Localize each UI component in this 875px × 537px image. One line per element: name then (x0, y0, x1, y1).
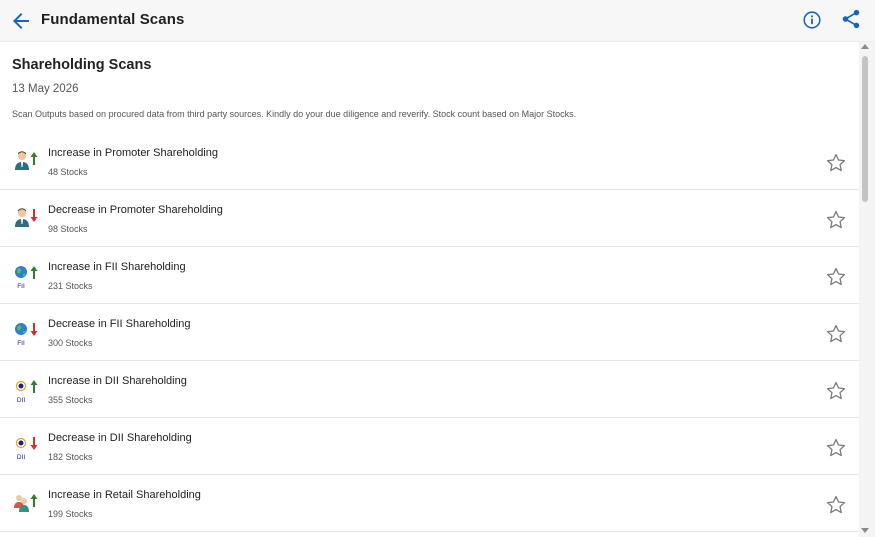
star-outline-icon[interactable] (825, 323, 847, 345)
promoter-increase-icon (15, 151, 38, 170)
star-outline-icon[interactable] (825, 437, 847, 459)
scroll-thumb[interactable] (862, 56, 868, 202)
disclaimer-text: Scan Outputs based on procured data from… (12, 109, 577, 119)
scan-list-item-3[interactable]: FII Increase in FII Shareholding 231 Sto… (0, 247, 859, 304)
scan-name: Increase in FII Shareholding (48, 261, 186, 273)
scan-name: Decrease in FII Shareholding (48, 318, 191, 330)
scan-list-item-4[interactable]: FII Decrease in FII Shareholding 300 Sto… (0, 304, 859, 361)
section-title: Shareholding Scans (12, 57, 152, 73)
scan-list-item-1[interactable]: Increase in Promoter Shareholding 48 Sto… (0, 133, 859, 190)
fii-increase-icon: FII (15, 266, 38, 290)
scan-list: Increase in Promoter Shareholding 48 Sto… (0, 133, 859, 532)
info-circle-icon[interactable] (801, 9, 823, 31)
scan-stock-count: 98 Stocks (48, 224, 88, 234)
star-outline-icon[interactable] (825, 152, 847, 174)
star-outline-icon[interactable] (825, 209, 847, 231)
star-outline-icon[interactable] (825, 494, 847, 516)
fii-decrease-icon: FII (15, 323, 38, 347)
section-date: 13 May 2026 (12, 83, 79, 95)
scan-stock-count: 199 Stocks (48, 509, 93, 519)
svg-text:FII: FII (17, 340, 25, 347)
scan-list-item-7[interactable]: Increase in Retail Shareholding 199 Stoc… (0, 475, 859, 532)
scan-stock-count: 48 Stocks (48, 167, 88, 177)
scan-content: Shareholding Scans 13 May 2026 Scan Outp… (0, 42, 859, 537)
dii-decrease-icon: DII (15, 437, 38, 461)
svg-text:FII: FII (17, 283, 25, 290)
scan-name: Increase in DII Shareholding (48, 375, 187, 387)
dii-increase-icon: DII (15, 380, 38, 404)
scan-list-item-2[interactable]: Decrease in Promoter Shareholding 98 Sto… (0, 190, 859, 247)
vertical-scrollbar[interactable] (859, 42, 875, 537)
retail-increase-icon (14, 494, 38, 512)
page-title: Fundamental Scans (41, 11, 185, 28)
scan-stock-count: 182 Stocks (48, 452, 93, 462)
scan-name: Increase in Promoter Shareholding (48, 147, 218, 159)
scan-stock-count: 355 Stocks (48, 395, 93, 405)
star-outline-icon[interactable] (825, 380, 847, 402)
scan-name: Increase in Retail Shareholding (48, 489, 201, 501)
scan-stock-count: 231 Stocks (48, 281, 93, 291)
scan-list-item-6[interactable]: DII Decrease in DII Shareholding 182 Sto… (0, 418, 859, 475)
svg-text:DII: DII (17, 397, 26, 404)
share-icon[interactable] (840, 8, 862, 30)
scan-name: Decrease in DII Shareholding (48, 432, 192, 444)
app-header: Fundamental Scans (0, 0, 875, 42)
scan-list-item-5[interactable]: DII Increase in DII Shareholding 355 Sto… (0, 361, 859, 418)
scroll-up-icon[interactable] (861, 44, 869, 49)
scan-name: Decrease in Promoter Shareholding (48, 204, 223, 216)
svg-text:DII: DII (17, 454, 26, 461)
scan-stock-count: 300 Stocks (48, 338, 93, 348)
arrow-left-icon[interactable] (9, 9, 33, 33)
scroll-down-icon[interactable] (861, 528, 869, 533)
star-outline-icon[interactable] (825, 266, 847, 288)
promoter-decrease-icon (15, 208, 38, 227)
